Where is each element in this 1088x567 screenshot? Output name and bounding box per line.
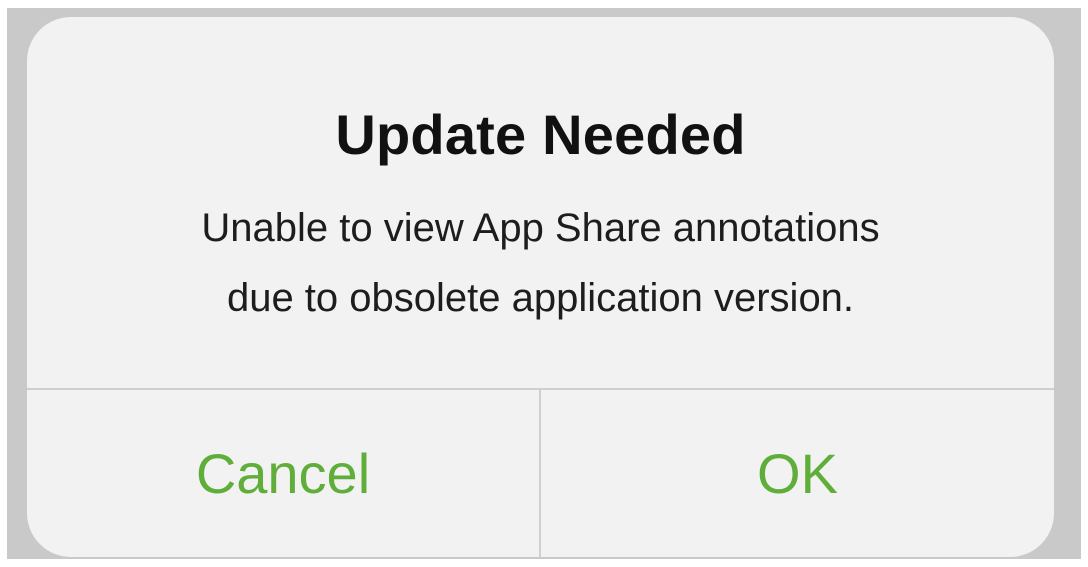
ok-button[interactable]: OK [541,390,1054,557]
alert-message: Unable to view App Share annotations due… [201,206,880,320]
cancel-button[interactable]: Cancel [27,390,539,557]
alert-body: Update Needed Unable to view App Share a… [27,17,1054,388]
update-needed-alert: Update Needed Unable to view App Share a… [27,17,1054,557]
alert-title: Update Needed [335,103,746,166]
